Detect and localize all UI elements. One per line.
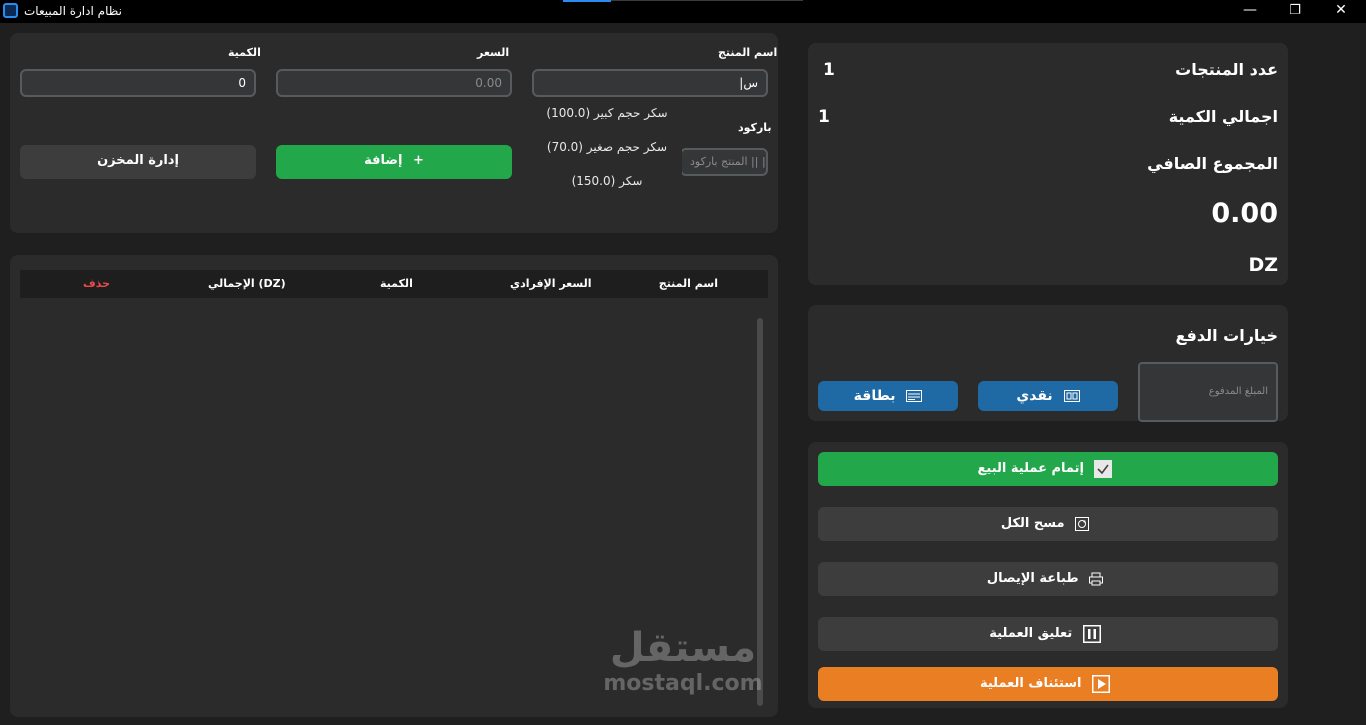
col-unit-price: السعر الإفرادي bbox=[510, 277, 592, 290]
col-product-name: اسم المنتج bbox=[658, 277, 718, 290]
total-quantity-value: 1 bbox=[818, 107, 830, 127]
resume-label: استئناف العملية bbox=[979, 676, 1082, 691]
price-input[interactable]: 0.00 bbox=[276, 69, 512, 97]
suggestion-item[interactable]: سكر (150.0) bbox=[532, 174, 682, 188]
net-total-value: 0.00 bbox=[1211, 198, 1278, 229]
col-total: الإجمالي (DZ) bbox=[208, 277, 286, 290]
cash-icon bbox=[1063, 390, 1080, 402]
product-name-label: اسم المنتج bbox=[718, 46, 778, 59]
app-icon bbox=[3, 3, 18, 18]
print-receipt-label: طباعة الإيصال bbox=[986, 571, 1079, 586]
suggestion-item[interactable]: سكر حجم صغير (70.0) bbox=[532, 140, 682, 154]
price-label: السعر bbox=[477, 46, 510, 59]
watermark-latin: mostaql.com bbox=[603, 671, 763, 696]
complete-sale-label: إتمام عملية البيع bbox=[977, 461, 1084, 476]
maximize-button[interactable]: ❐ bbox=[1272, 0, 1318, 23]
product-count-value: 1 bbox=[823, 60, 835, 80]
net-total-label: المجموع الصافي bbox=[1147, 154, 1278, 173]
title-bar: نظام ادارة المبيعات — ❐ ✕ bbox=[0, 0, 1366, 23]
currency-label: DZ bbox=[1248, 254, 1278, 276]
refresh-icon bbox=[1075, 516, 1090, 531]
total-quantity-label: اجمالي الكمية bbox=[1168, 107, 1278, 126]
resume-button[interactable]: استئناف العملية bbox=[818, 667, 1278, 701]
product-name-input[interactable]: |س bbox=[532, 69, 768, 97]
add-label: إضافة bbox=[364, 153, 403, 168]
suspend-button[interactable]: تعليق العملية bbox=[818, 617, 1278, 651]
suggestion-item[interactable]: سكر حجم كبير (100.0) bbox=[532, 106, 682, 120]
barcode-label: باركود bbox=[738, 121, 772, 134]
product-count-label: عدد المنتجات bbox=[1175, 60, 1278, 79]
card-label: بطاقة bbox=[853, 388, 896, 404]
window-title: نظام ادارة المبيعات bbox=[24, 4, 122, 18]
printer-icon bbox=[1089, 572, 1104, 585]
title-divider-line bbox=[611, 0, 803, 1]
watermark-arabic: مستقل bbox=[609, 625, 757, 671]
cash-button[interactable]: نقدي bbox=[978, 381, 1118, 411]
clear-all-label: مسح الكل bbox=[1000, 516, 1065, 531]
checkmark-icon bbox=[1094, 459, 1113, 478]
plus-icon: + bbox=[412, 153, 424, 168]
suggestions-dropdown: سكر حجم كبير (100.0) سكر حجم صغير (70.0)… bbox=[532, 98, 682, 198]
title-accent-line bbox=[563, 0, 611, 2]
card-icon bbox=[906, 390, 923, 402]
cart-table-header: اسم المنتج السعر الإفرادي الكمية الإجمال… bbox=[20, 270, 768, 298]
quantity-input[interactable]: 0 bbox=[20, 69, 256, 97]
minimize-button[interactable]: — bbox=[1227, 0, 1273, 23]
quantity-label: الكمية bbox=[228, 46, 261, 59]
play-icon bbox=[1092, 674, 1111, 693]
barcode-input[interactable]: المنتج باركود || || bbox=[680, 148, 768, 176]
pause-icon bbox=[1082, 624, 1101, 643]
cash-label: نقدي bbox=[1016, 388, 1053, 404]
add-button[interactable]: إضافة + bbox=[276, 145, 512, 179]
payment-options-title: خيارات الدفع bbox=[1175, 326, 1278, 345]
print-receipt-button[interactable]: طباعة الإيصال bbox=[818, 562, 1278, 596]
complete-sale-button[interactable]: إتمام عملية البيع bbox=[818, 452, 1278, 486]
card-button[interactable]: بطاقة bbox=[818, 381, 958, 411]
col-delete: حذف bbox=[83, 277, 111, 290]
suspend-label: تعليق العملية bbox=[989, 626, 1073, 641]
mostaql-watermark: مستقل mostaql.com bbox=[598, 626, 768, 706]
inventory-button[interactable]: إدارة المخزن bbox=[20, 145, 256, 179]
clear-all-button[interactable]: مسح الكل bbox=[818, 507, 1278, 541]
close-button[interactable]: ✕ bbox=[1318, 0, 1364, 23]
col-quantity: الكمية bbox=[380, 277, 413, 290]
paid-amount-input[interactable]: المبلغ المدفوع bbox=[1138, 362, 1278, 422]
